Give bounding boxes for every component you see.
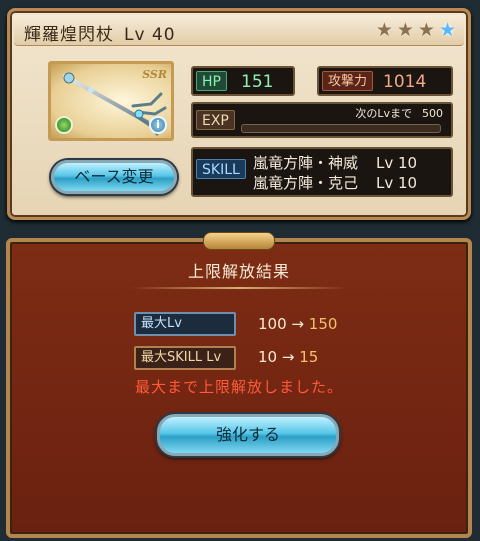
blue-star-icon: ★ <box>438 19 456 41</box>
skill-label: SKILL <box>196 159 246 179</box>
skill-panel: SKILL 嵐竜方陣・神威 Lv 10 嵐竜方陣・克己 Lv 10 <box>191 147 453 197</box>
uncap-result-panel: 上限解放結果 最大Lv 100 → 150 最大SKILL Lv 10 → 15… <box>6 232 472 538</box>
uncap-complete-notice: 最大まで上限解放しました。 <box>134 378 343 396</box>
exp-label: EXP <box>196 110 235 130</box>
arrow-icon: → <box>281 348 295 366</box>
skill-name: 嵐竜方陣・克己 <box>253 174 359 192</box>
max-skill-to: 15 <box>299 348 319 366</box>
max-level-from: 100 <box>258 315 287 333</box>
exp-stat: EXP 次のLvまで 500 <box>191 102 453 138</box>
exp-bar <box>241 124 441 133</box>
attack-value: 1014 <box>383 72 427 92</box>
max-level-change: 100 → 150 <box>258 315 337 333</box>
exp-next-level: 次のLvまで 500 <box>355 105 443 121</box>
skill-name: 嵐竜方陣・神威 <box>253 154 359 172</box>
max-level-label: 最大Lv <box>134 312 236 336</box>
skill-item: 嵐竜方陣・克己 Lv 10 <box>253 173 417 193</box>
skill-list: 嵐竜方陣・神威 Lv 10 嵐竜方陣・克己 Lv 10 <box>253 153 417 193</box>
uncap-stars: ★ ★ ★ ★ <box>376 19 456 41</box>
skill-level: Lv 10 <box>376 154 418 172</box>
max-skill-level-label: 最大SKILL Lv <box>134 346 236 370</box>
star-icon: ★ <box>417 19 435 41</box>
skill-item: 嵐竜方陣・神威 Lv 10 <box>253 153 417 173</box>
weapon-name: 輝羅煌閃杖 <box>24 25 114 45</box>
exp-next-value: 500 <box>422 107 443 120</box>
weapon-title: 輝羅煌閃杖 Lv 40 <box>24 20 176 45</box>
weapon-portrait[interactable]: SSR i <box>48 61 174 141</box>
hp-value: 151 <box>241 72 274 92</box>
panel-ornament <box>203 232 275 250</box>
hp-stat: HP 151 <box>191 66 295 96</box>
exp-next-label: 次のLvまで <box>355 107 412 120</box>
star-icon: ★ <box>396 19 414 41</box>
enhance-button[interactable]: 強化する <box>157 414 339 456</box>
skill-level: Lv 10 <box>376 174 418 192</box>
info-icon[interactable]: i <box>149 116 167 134</box>
weapon-card: 輝羅煌閃杖 Lv 40 ★ ★ ★ ★ SSR i ベース変更 HP 151 攻… <box>7 8 471 220</box>
max-level-to: 150 <box>308 315 338 333</box>
result-title: 上限解放結果 <box>187 262 290 281</box>
max-skill-level-change: 10 → 15 <box>258 348 318 366</box>
max-skill-from: 10 <box>258 348 278 366</box>
arrow-icon: → <box>291 315 304 333</box>
base-change-button[interactable]: ベース変更 <box>51 160 177 194</box>
attack-label: 攻撃力 <box>322 71 374 91</box>
hp-label: HP <box>196 71 227 91</box>
wind-element-icon <box>55 116 73 134</box>
weapon-level: Lv 40 <box>124 25 176 45</box>
attack-stat: 攻撃力 1014 <box>317 66 453 96</box>
star-icon: ★ <box>375 19 393 41</box>
title-divider <box>130 287 348 289</box>
rarity-badge: SSR <box>142 68 167 81</box>
weapon-title-bar: 輝羅煌閃杖 Lv 40 ★ ★ ★ ★ <box>14 15 464 46</box>
